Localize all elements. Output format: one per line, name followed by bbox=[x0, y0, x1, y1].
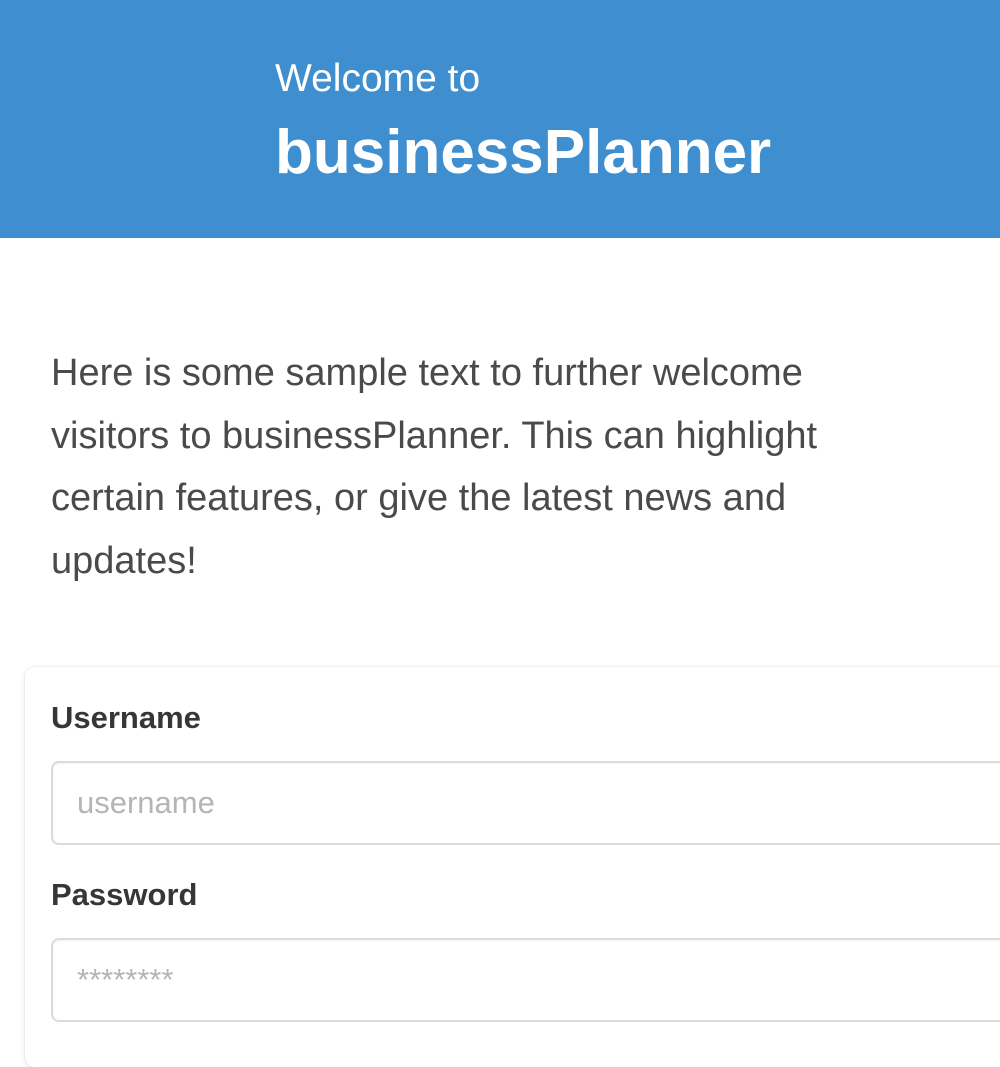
password-input[interactable] bbox=[51, 938, 1000, 1022]
username-input[interactable] bbox=[51, 761, 1000, 845]
intro-text: Here is some sample text to further welc… bbox=[51, 352, 818, 582]
hero-title: businessPlanner bbox=[275, 118, 772, 187]
hero-banner: Welcome to businessPlanner bbox=[0, 0, 1000, 238]
username-label: Username bbox=[51, 700, 201, 735]
hero-subtitle: Welcome to bbox=[275, 57, 481, 100]
password-label: Password bbox=[51, 877, 198, 912]
